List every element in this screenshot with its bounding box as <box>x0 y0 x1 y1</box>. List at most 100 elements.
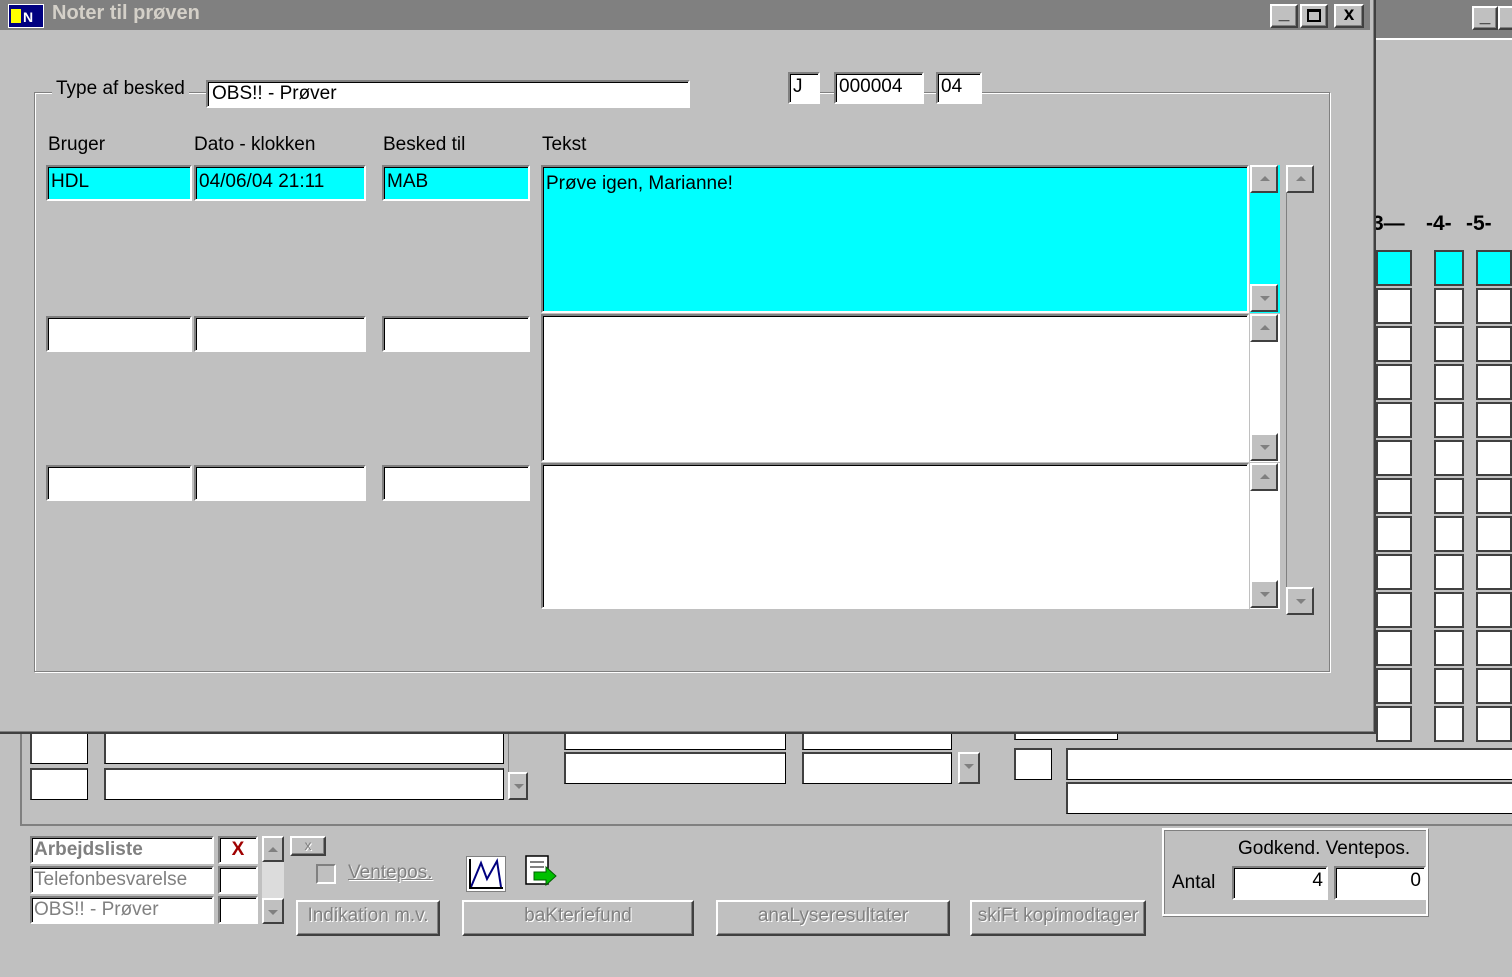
code1-field[interactable]: J <box>788 72 820 104</box>
list-item-obs-prover[interactable]: OBS!! - Prøver <box>30 896 214 924</box>
row3-datetime-field[interactable] <box>194 465 366 501</box>
row1-scroll-up-button[interactable] <box>1250 165 1278 193</box>
bg-field[interactable] <box>1014 748 1052 780</box>
summary-header: Godkend. Ventepos. <box>1238 838 1411 859</box>
grid-cell[interactable] <box>1476 288 1512 324</box>
chart-icon[interactable] <box>466 856 506 892</box>
maximize-button[interactable] <box>1300 4 1328 28</box>
grid-cell[interactable] <box>1476 516 1512 552</box>
grid-cell[interactable] <box>1376 516 1412 552</box>
grid-cell[interactable] <box>1434 592 1464 628</box>
grid-cell[interactable] <box>1476 440 1512 476</box>
bg-scroll-down-button[interactable] <box>508 772 528 800</box>
grid-cell[interactable] <box>1434 516 1464 552</box>
forward-document-icon[interactable] <box>520 852 560 892</box>
grid-cell[interactable] <box>1376 402 1412 438</box>
dialog-title: Noter til prøven <box>52 2 200 24</box>
bg-field[interactable] <box>564 732 786 750</box>
grid-cell[interactable] <box>1376 288 1412 324</box>
grid-cell[interactable] <box>1376 592 1412 628</box>
bg-field[interactable] <box>104 732 504 764</box>
grid-cell[interactable] <box>1376 554 1412 590</box>
grid-cell[interactable] <box>1376 364 1412 400</box>
list-scroll-down-button[interactable] <box>262 898 284 924</box>
record-scroll-down-button[interactable] <box>1286 587 1314 615</box>
grid-cell[interactable] <box>1376 478 1412 514</box>
type-field[interactable]: OBS!! - Prøver <box>206 80 690 108</box>
row2-scroll-up-button[interactable] <box>1250 314 1278 342</box>
bg-field[interactable] <box>30 768 88 800</box>
grid-cell[interactable] <box>1434 326 1464 362</box>
dialog-title-bar[interactable] <box>0 0 1370 30</box>
bg-field[interactable] <box>564 752 786 784</box>
grid-cell[interactable] <box>1434 630 1464 666</box>
ventepos-count[interactable]: 0 <box>1334 866 1426 900</box>
row1-user-field[interactable]: HDL <box>46 165 192 201</box>
grid-cell[interactable] <box>1376 630 1412 666</box>
bg-field[interactable] <box>1066 748 1512 780</box>
bg-field[interactable] <box>802 732 952 750</box>
record-scrollbar[interactable] <box>1286 165 1316 615</box>
list-item-arbejdsliste[interactable]: Arbejdsliste <box>30 836 214 864</box>
row2-scroll-down-button[interactable] <box>1250 433 1278 461</box>
row2-text-field[interactable] <box>541 314 1249 462</box>
bg-field[interactable] <box>104 768 504 800</box>
grid-cell[interactable] <box>1434 478 1464 514</box>
row3-scroll-down-button[interactable] <box>1250 580 1278 608</box>
grid-cell[interactable] <box>1376 668 1412 704</box>
list-x-button[interactable]: x <box>290 836 326 856</box>
row1-to-field[interactable]: MAB <box>382 165 530 201</box>
code2-field[interactable]: 000004 <box>834 72 924 104</box>
bakteriefund-button[interactable]: baKteriefund <box>462 900 694 936</box>
grid-cell[interactable] <box>1376 250 1412 286</box>
grid-cell[interactable] <box>1476 668 1512 704</box>
grid-cell[interactable] <box>1434 288 1464 324</box>
record-scroll-up-button[interactable] <box>1286 165 1314 193</box>
close-button[interactable]: x <box>1334 4 1364 28</box>
grid-cell[interactable] <box>1434 554 1464 590</box>
grid-cell[interactable] <box>1476 554 1512 590</box>
bg-scroll-down-button[interactable] <box>958 752 980 784</box>
ventepos-checkbox[interactable] <box>316 864 336 884</box>
row1-text-field[interactable]: Prøve igen, Marianne! <box>541 165 1249 313</box>
bg-field[interactable] <box>30 732 88 764</box>
grid-cell[interactable] <box>1434 668 1464 704</box>
grid-cell[interactable] <box>1476 250 1512 286</box>
row3-to-field[interactable] <box>382 465 530 501</box>
bg-field[interactable] <box>1066 782 1512 814</box>
row2-datetime-field[interactable] <box>194 316 366 352</box>
bg-field[interactable] <box>802 752 952 784</box>
grid-cell[interactable] <box>1476 478 1512 514</box>
list-mark-cell[interactable] <box>218 896 258 924</box>
list-scroll-up-button[interactable] <box>262 836 284 862</box>
grid-cell[interactable] <box>1476 592 1512 628</box>
grid-cell[interactable] <box>1434 402 1464 438</box>
skift-kopimodtager-button[interactable]: skiFt kopimodtager <box>970 900 1146 936</box>
godkend-count[interactable]: 4 <box>1232 866 1328 900</box>
grid-cell[interactable] <box>1376 440 1412 476</box>
grid-cell[interactable] <box>1376 326 1412 362</box>
minimize-button[interactable]: _ <box>1270 4 1298 28</box>
list-mark-cell[interactable]: X <box>218 836 258 864</box>
row3-user-field[interactable] <box>46 465 192 501</box>
grid-cell[interactable] <box>1476 630 1512 666</box>
grid-cell[interactable] <box>1476 402 1512 438</box>
row1-datetime-field[interactable]: 04/06/04 21:11 <box>194 165 366 201</box>
row1-scroll-down-button[interactable] <box>1250 284 1278 312</box>
grid-cell[interactable] <box>1434 364 1464 400</box>
bg-minimize-button[interactable]: _ <box>1472 6 1498 30</box>
bg-restore-button[interactable] <box>1498 6 1512 30</box>
grid-cell[interactable] <box>1476 364 1512 400</box>
code3-field[interactable]: 04 <box>936 72 982 104</box>
list-item-telefonbesvarelse[interactable]: Telefonbesvarelse <box>30 866 214 894</box>
grid-cell[interactable] <box>1434 440 1464 476</box>
indikation-button[interactable]: Indikation m.v. <box>296 900 440 936</box>
grid-cell[interactable] <box>1434 250 1464 286</box>
row2-to-field[interactable] <box>382 316 530 352</box>
row3-scroll-up-button[interactable] <box>1250 463 1278 491</box>
list-mark-cell[interactable] <box>218 866 258 894</box>
grid-cell[interactable] <box>1476 326 1512 362</box>
analyseresultater-button[interactable]: anaLyseresultater <box>716 900 950 936</box>
row2-user-field[interactable] <box>46 316 192 352</box>
row3-text-field[interactable] <box>541 463 1249 609</box>
